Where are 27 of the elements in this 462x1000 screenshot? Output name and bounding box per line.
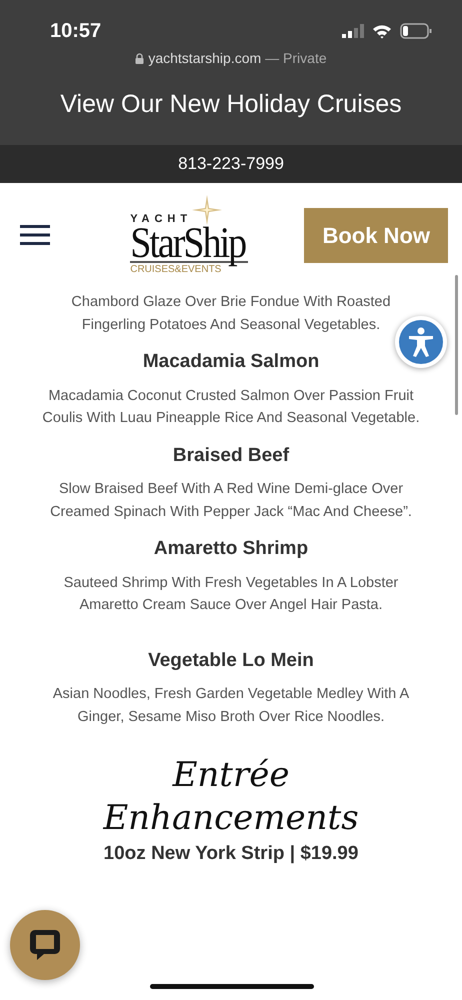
dish-description: Asian Noodles, Fresh Garden Vegetable Medley With A Ginger, Sesame Miso Broth Over Rice Noodles. [52, 685, 410, 726]
dish-name: Macadamia Salmon [142, 350, 320, 374]
chat-button[interactable] [10, 910, 80, 980]
phone-number[interactable]: 813-223-7999 [178, 151, 284, 177]
chat-icon [28, 928, 62, 962]
dish-name: Braised Beef [172, 444, 290, 468]
status-time: 10:57 [50, 19, 102, 44]
private-mode-label: — Private [265, 49, 327, 68]
wifi-icon [372, 24, 392, 38]
dish-description: Slow Braised Beef With A Red Wine Demi-glace Over Creamed Spinach With Pepper Jack “Mac And Cheese”. [49, 480, 413, 522]
accessibility-icon [399, 320, 443, 364]
accessibility-button[interactable] [395, 316, 447, 368]
dish-description: Chambord Glaze Over Brie Fondue With Roasted Fingerling Potatoes And Seasonal Vegetables. [70, 293, 392, 334]
battery-icon [400, 23, 432, 39]
menu-icon[interactable] [20, 224, 50, 246]
section-title: Enhancements [103, 798, 359, 838]
dish-name: Vegetable Lo Mein [147, 648, 315, 672]
dish-description: Sauteed Shrimp With Fresh Vegetables In A Lobster Amaretto Cream Sauce Over Angel Hair Pasta. [62, 574, 400, 615]
url-text[interactable]: yachtstarship.com [148, 48, 262, 69]
lock-icon [135, 53, 144, 64]
dish-name: Amaretto Shrimp [152, 537, 310, 561]
banner-title[interactable]: View Our New Holiday Cruises [60, 90, 402, 118]
logo-text: YACHT [130, 214, 192, 225]
star-icon [192, 194, 222, 225]
signal-icon [342, 24, 364, 38]
dish-description: Macadamia Coconut Crusted Salmon Over Passion Fruit Coulis With Luau Pineapple Rice And Seasonal Vegetable. [41, 386, 421, 428]
section-title: Entrée [172, 755, 290, 795]
